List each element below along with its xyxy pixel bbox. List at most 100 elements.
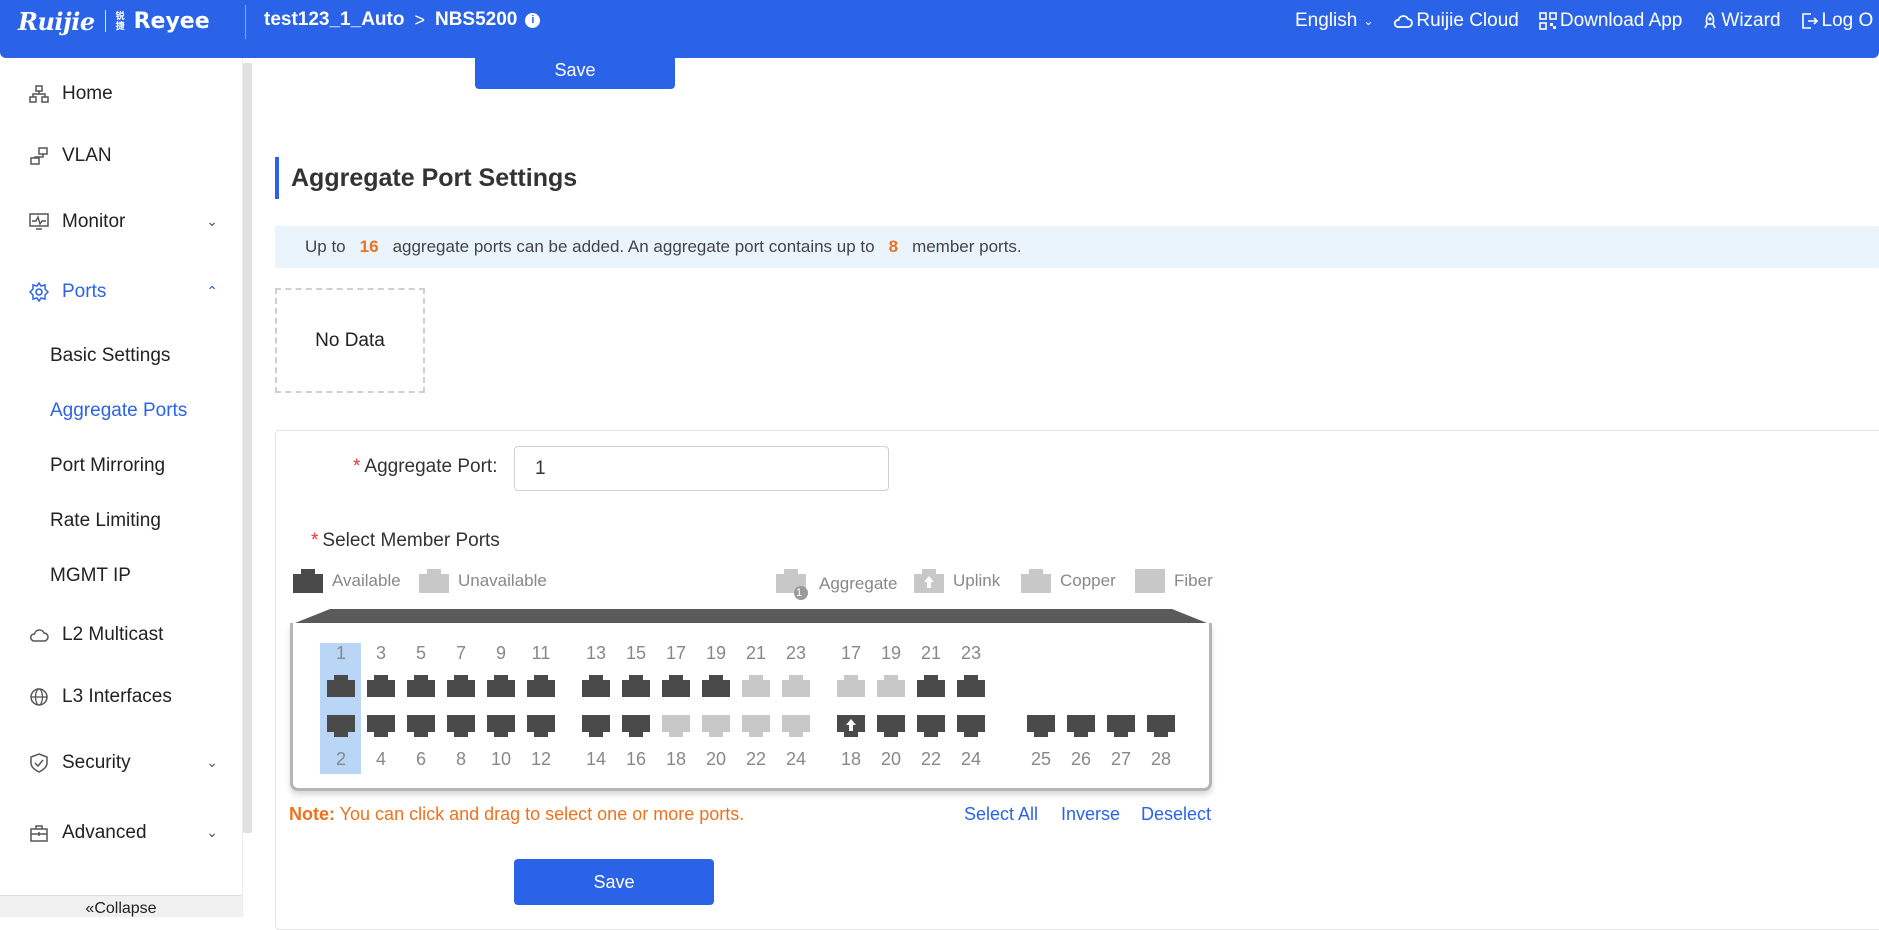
port-13-top[interactable] bbox=[581, 674, 611, 698]
port-24-bottom[interactable] bbox=[956, 714, 986, 738]
port-20-bottom[interactable] bbox=[876, 714, 906, 738]
port-10-bottom[interactable] bbox=[486, 714, 516, 738]
port-14-bottom[interactable] bbox=[581, 714, 611, 738]
port-25-bottom[interactable] bbox=[1026, 714, 1056, 738]
port-18-bottom[interactable] bbox=[836, 714, 866, 738]
collapse-sidebar-button[interactable]: «Collapse bbox=[0, 895, 242, 917]
port-17-top[interactable] bbox=[661, 674, 691, 698]
port-18-bottom[interactable] bbox=[661, 714, 691, 738]
legend-copper: Copper bbox=[1020, 568, 1116, 594]
port-21-top[interactable] bbox=[741, 674, 771, 698]
shield-icon bbox=[28, 752, 50, 774]
legend-available: Available bbox=[292, 568, 401, 594]
inverse-link[interactable]: Inverse bbox=[1061, 804, 1120, 825]
port-11-top[interactable] bbox=[526, 674, 556, 698]
port-19-top[interactable] bbox=[876, 674, 906, 698]
port-23-top[interactable] bbox=[956, 674, 986, 698]
port-number-label: 20 bbox=[880, 749, 902, 769]
port-22-bottom[interactable] bbox=[916, 714, 946, 738]
sidebar-item-vlan[interactable]: VLAN bbox=[28, 145, 218, 167]
port-19-top[interactable] bbox=[701, 674, 731, 698]
logout-link[interactable]: Log O bbox=[1801, 10, 1873, 32]
chevron-down-icon: ⌄ bbox=[206, 824, 218, 840]
port-16-bottom[interactable] bbox=[621, 714, 651, 738]
language-label: English bbox=[1295, 10, 1358, 31]
collapse-label: Collapse bbox=[94, 900, 157, 917]
select-all-link[interactable]: Select All bbox=[964, 804, 1038, 825]
language-selector[interactable]: English ⌄ bbox=[1295, 10, 1373, 32]
port-number-label: 18 bbox=[665, 749, 687, 769]
port-5-top[interactable] bbox=[406, 674, 436, 698]
header-divider bbox=[245, 5, 246, 39]
tip-max-members: 8 bbox=[888, 237, 899, 256]
port-number-label: 9 bbox=[495, 643, 506, 663]
port-22-bottom[interactable] bbox=[741, 714, 771, 738]
deselect-link[interactable]: Deselect bbox=[1141, 804, 1211, 825]
sidebar-item-l3-interfaces[interactable]: L3 Interfaces bbox=[28, 686, 218, 708]
port-8-bottom[interactable] bbox=[446, 714, 476, 738]
aggregate-port-input[interactable] bbox=[514, 446, 889, 491]
sidebar-item-advanced[interactable]: Advanced ⌄ bbox=[28, 822, 218, 844]
port-9-top[interactable] bbox=[486, 674, 516, 698]
sidebar bbox=[0, 58, 242, 917]
legend-label: Aggregate bbox=[819, 574, 898, 593]
port-23-top[interactable] bbox=[781, 674, 811, 698]
vlan-icon bbox=[28, 145, 50, 167]
submenu-mgmt-ip[interactable]: MGMT IP bbox=[50, 565, 131, 587]
legend-label: Copper bbox=[1060, 571, 1116, 590]
legend-label: Available bbox=[332, 571, 401, 590]
member-ports-label-text: Select Member Ports bbox=[322, 530, 500, 551]
gear-icon bbox=[28, 281, 50, 303]
sidebar-item-security[interactable]: Security ⌄ bbox=[28, 752, 218, 774]
submenu-basic-settings[interactable]: Basic Settings bbox=[50, 345, 170, 367]
rocket-icon bbox=[1704, 12, 1717, 29]
wizard-label: Wizard bbox=[1721, 10, 1781, 31]
port-1-top[interactable] bbox=[326, 674, 356, 698]
logo-divider bbox=[104, 10, 106, 32]
info-icon[interactable]: i bbox=[525, 12, 541, 28]
port-17-top[interactable] bbox=[836, 674, 866, 698]
submenu-port-mirroring[interactable]: Port Mirroring bbox=[50, 455, 165, 477]
aggregate-port-label-text: Aggregate Port: bbox=[364, 456, 498, 477]
submenu-aggregate-ports[interactable]: Aggregate Ports bbox=[50, 400, 187, 422]
port-21-top[interactable] bbox=[916, 674, 946, 698]
port-4-bottom[interactable] bbox=[366, 714, 396, 738]
save-button[interactable]: Save bbox=[514, 859, 714, 905]
wizard-link[interactable]: Wizard bbox=[1702, 10, 1781, 32]
sidebar-item-monitor[interactable]: Monitor ⌄ bbox=[28, 211, 218, 233]
port-3-top[interactable] bbox=[366, 674, 396, 698]
sidebar-item-home[interactable]: Home bbox=[28, 83, 218, 105]
sidebar-scrollbar[interactable] bbox=[243, 63, 252, 833]
sidebar-item-ports[interactable]: Ports ⌃ bbox=[28, 281, 218, 303]
ruijie-cloud-link[interactable]: Ruijie Cloud bbox=[1393, 10, 1519, 32]
port-24-bottom[interactable] bbox=[781, 714, 811, 738]
sidebar-item-label: VLAN bbox=[62, 145, 112, 166]
aggregate-list-empty: No Data bbox=[275, 288, 425, 393]
port-number-label: 19 bbox=[705, 643, 727, 663]
device-name[interactable]: test123_1_Auto bbox=[264, 9, 404, 31]
port-27-bottom[interactable] bbox=[1106, 714, 1136, 738]
port-26-bottom[interactable] bbox=[1066, 714, 1096, 738]
port-number-label: 2 bbox=[335, 749, 346, 769]
port-28-bottom[interactable] bbox=[1146, 714, 1176, 738]
cloud-icon bbox=[1394, 15, 1414, 28]
port-number-label: 6 bbox=[415, 749, 426, 769]
port-7-top[interactable] bbox=[446, 674, 476, 698]
port-number-label: 23 bbox=[785, 643, 807, 663]
port-2-bottom[interactable] bbox=[326, 714, 356, 738]
port-number-label: 24 bbox=[960, 749, 982, 769]
port-6-bottom[interactable] bbox=[406, 714, 436, 738]
port-20-bottom[interactable] bbox=[701, 714, 731, 738]
required-marker: * bbox=[353, 456, 361, 477]
port-15-top[interactable] bbox=[621, 674, 651, 698]
sidebar-item-l2-multicast[interactable]: L2 Multicast bbox=[28, 624, 218, 646]
chevron-right-icon: > bbox=[414, 9, 425, 30]
port-12-bottom[interactable] bbox=[526, 714, 556, 738]
download-app-link[interactable]: Download App bbox=[1539, 10, 1683, 32]
top-save-button[interactable]: Save bbox=[475, 52, 675, 89]
download-app-label: Download App bbox=[1559, 10, 1683, 31]
port-number-label: 23 bbox=[960, 643, 982, 663]
port-number-label: 12 bbox=[530, 749, 552, 769]
submenu-rate-limiting[interactable]: Rate Limiting bbox=[50, 510, 161, 532]
globe-icon bbox=[28, 686, 50, 708]
